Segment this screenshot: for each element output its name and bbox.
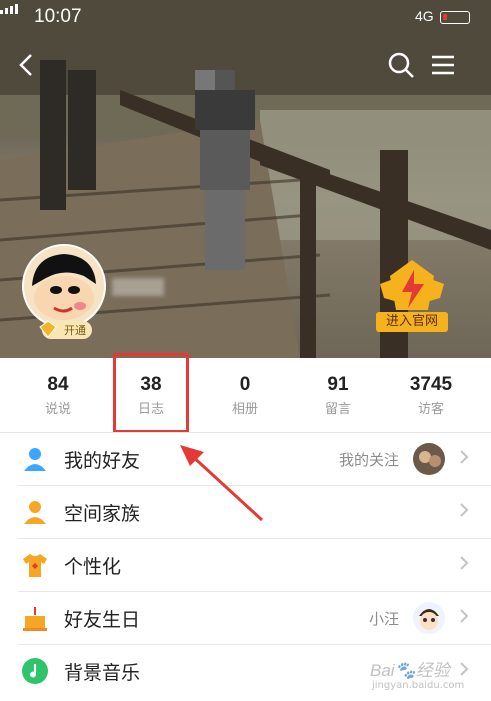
menu-button[interactable] [428, 50, 458, 80]
stat-value: 3745 [409, 374, 453, 395]
diamond-icon [39, 320, 57, 338]
status-bar: 10:07 4G [0, 4, 491, 30]
menu-icon [432, 55, 454, 75]
menu-item-right-text: 小汪 [368, 610, 399, 628]
watermark-brand: Bai [370, 661, 395, 680]
stat-label: 相册 [231, 402, 258, 417]
stat-value: 84 [47, 374, 69, 395]
stat-album[interactable]: 0 相册 [205, 374, 285, 417]
stat-messages[interactable]: 91 留言 [298, 374, 378, 417]
stat-label: 说说 [44, 402, 71, 417]
chevron-right-icon [460, 556, 469, 570]
menu-item-birthday[interactable]: 好友生日 小汪 [0, 592, 491, 645]
stat-label: 访客 [417, 402, 444, 417]
search-button[interactable] [386, 50, 416, 80]
watermark-url: jingyan.baidu.com [372, 680, 465, 691]
official-site-label: 进入官网 [376, 312, 448, 332]
stat-label: 留言 [324, 402, 351, 417]
menu-item-personalize[interactable]: 个性化 [0, 539, 491, 592]
battery-icon [440, 11, 470, 24]
music-icon [22, 658, 48, 684]
username-blurred [112, 278, 164, 296]
stat-value: 0 [239, 374, 251, 395]
menu-item-label: 个性化 [64, 556, 122, 578]
family-icon [24, 501, 46, 524]
signal-icon [0, 4, 18, 14]
network-type: 4G [415, 8, 434, 24]
baidu-watermark: Bai🐾经验 jingyan.baidu.com [370, 661, 465, 691]
stat-visitors[interactable]: 3745 访客 [391, 374, 471, 417]
menu-item-label: 背景音乐 [64, 662, 141, 684]
cover-photo[interactable]: 10:07 4G 开通 进入官网 [0, 0, 491, 358]
official-site-button[interactable]: 进入官网 [372, 258, 452, 333]
user-avatar[interactable] [22, 244, 106, 328]
stat-shuoshuo[interactable]: 84 说说 [18, 374, 98, 417]
menu-item-label: 我的好友 [64, 450, 141, 472]
cartoon-avatar-icon [24, 246, 104, 326]
annotation-arrow [180, 445, 264, 522]
tshirt-icon [23, 554, 47, 577]
birthday-friend-avatar [413, 602, 445, 634]
cake-icon [23, 607, 47, 631]
vip-badge[interactable]: 开通 [39, 320, 92, 339]
friends-icon [24, 448, 46, 471]
status-time: 10:07 [34, 6, 82, 27]
menu-item-label: 好友生日 [64, 609, 141, 631]
friend-avatar-thumb [413, 443, 445, 475]
lightning-crown-icon [380, 260, 444, 310]
chevron-right-icon [460, 503, 469, 517]
menu-item-right-text: 我的关注 [338, 451, 399, 469]
vip-badge-label: 开通 [64, 324, 86, 337]
menu-item-label: 空间家族 [64, 503, 141, 525]
search-icon [388, 52, 414, 78]
chevron-left-icon [19, 54, 32, 76]
stats-bar: 84 说说 38 日志 0 相册 91 留言 3745 访客 [0, 358, 491, 432]
back-button[interactable] [12, 50, 42, 80]
annotation-highlight-box [113, 353, 189, 433]
stat-value: 91 [327, 374, 349, 395]
chevron-right-icon [460, 609, 469, 623]
watermark-brand2: 经验 [415, 661, 450, 680]
chevron-right-icon [460, 450, 469, 464]
